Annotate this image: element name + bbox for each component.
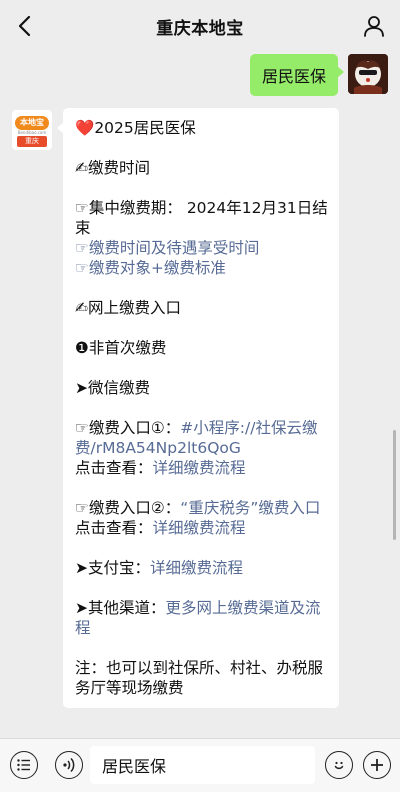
pay-time-heading: ✍缴费时间: [75, 159, 150, 177]
online-heading: ✍网上缴费入口: [75, 299, 181, 317]
person-icon[interactable]: [360, 12, 388, 40]
outgoing-bubble[interactable]: 居民医保: [249, 54, 345, 96]
chat-title: 重庆本地宝: [156, 18, 244, 39]
plus-icon[interactable]: [363, 751, 391, 779]
collect-period: ☞集中缴费期： 2024年12月31日结束: [75, 199, 328, 237]
heart-icon: ❤️: [75, 119, 95, 137]
emoji-icon[interactable]: [325, 751, 353, 779]
pay-time-link[interactable]: ☞缴费时间及待遇享受时间: [75, 238, 329, 258]
logo-city: 重庆: [17, 135, 47, 147]
scrollbar[interactable]: [393, 430, 396, 540]
alipay-line: ➤支付宝：详细缴费流程: [75, 558, 329, 578]
bendibao-avatar[interactable]: 本地宝 Bendibao.com 重庆: [12, 110, 52, 150]
logo-text: 本地宝: [15, 115, 49, 130]
message-title-line: ❤️2025居民医保: [75, 118, 329, 138]
entry2-prefix: ☞缴费入口②：: [75, 499, 181, 517]
list-icon[interactable]: [10, 751, 38, 779]
entry1-prefix: ☞缴费入口①：: [75, 419, 181, 437]
other-prefix: ➤其他渠道：: [75, 599, 166, 617]
entry2-block: ☞缴费入口②：“重庆税务”缴费入口 点击查看：详细缴费流程: [75, 498, 329, 538]
message-title: 2025居民医保: [94, 119, 196, 137]
entry1-view-link[interactable]: 详细缴费流程: [153, 459, 246, 477]
pay-standard-link[interactable]: ☞缴费对象+缴费标准: [75, 258, 329, 278]
pay-time-block: ☞集中缴费期： 2024年12月31日结束 ☞缴费时间及待遇享受时间 ☞缴费对象…: [75, 198, 329, 278]
input-bar: 居民医保: [0, 738, 400, 792]
user-avatar[interactable]: [348, 54, 388, 94]
alipay-link[interactable]: 详细缴费流程: [150, 559, 243, 577]
entry2-view-link[interactable]: 详细缴费流程: [153, 519, 246, 537]
alipay-prefix: ➤支付宝：: [75, 559, 150, 577]
non-first-label: ❶非首次缴费: [75, 339, 167, 357]
logo-url-text: Bendibao.com: [17, 129, 47, 135]
wechat-label: ➤微信缴费: [75, 379, 150, 397]
message-input[interactable]: 居民医保: [90, 746, 315, 784]
entry2-link[interactable]: “重庆税务”缴费入口: [180, 499, 320, 517]
entry2-view-prefix: 点击查看：: [75, 519, 153, 537]
voice-icon[interactable]: [55, 751, 83, 779]
incoming-bubble: ❤️2025居民医保 ✍缴费时间 ☞集中缴费期： 2024年12月31日结束 ☞…: [57, 108, 339, 708]
back-icon[interactable]: [10, 12, 38, 40]
entry1-block: ☞缴费入口①：#小程序://社保云缴费/rM8A54Np2lt6QoG 点击查看…: [75, 418, 329, 478]
entry1-view-prefix: 点击查看：: [75, 459, 153, 477]
other-line: ➤其他渠道：更多网上缴费渠道及流程: [75, 598, 329, 638]
outgoing-message: 居民医保: [249, 54, 388, 96]
note-text: 注：也可以到社保所、村社、办税服务厅等现场缴费: [75, 659, 324, 697]
top-bar: 重庆本地宝: [0, 0, 400, 52]
